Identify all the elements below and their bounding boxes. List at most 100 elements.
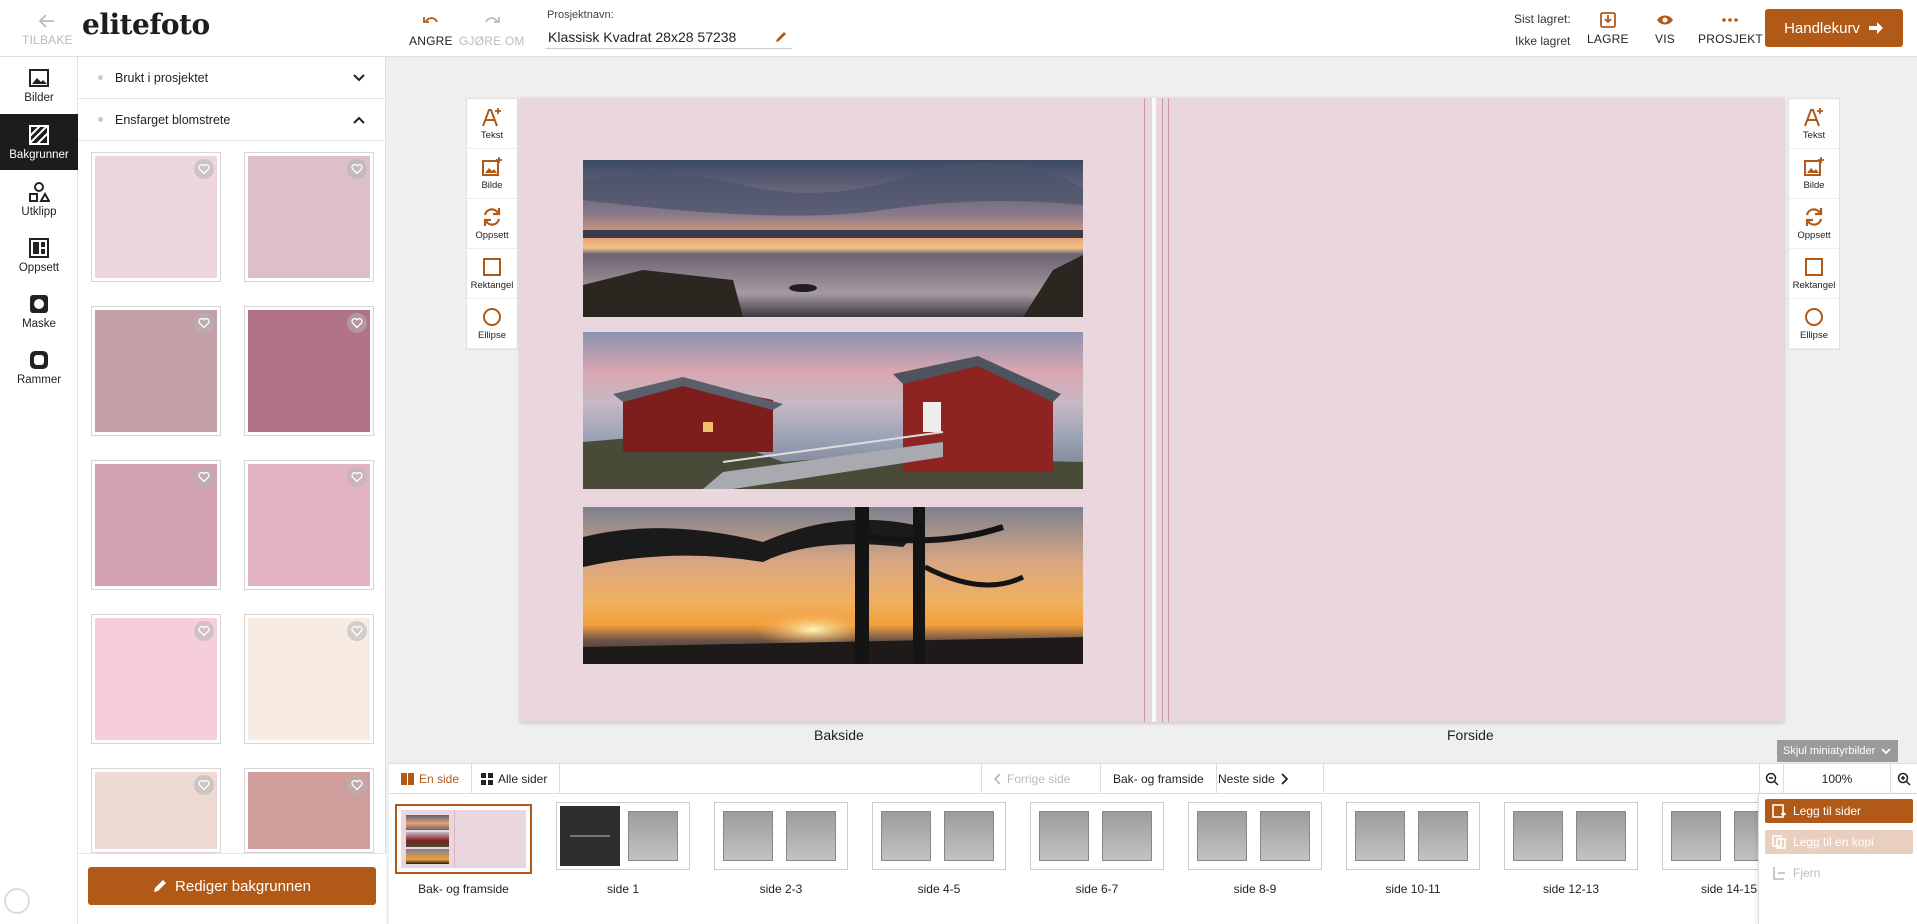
ellipse-tool[interactable]: Ellipse — [467, 299, 517, 349]
undo-button[interactable]: ANGRE — [409, 12, 453, 48]
thumb-photo — [406, 831, 450, 847]
thumbnail-label: side 1 — [606, 882, 640, 896]
heart-icon[interactable] — [347, 159, 367, 179]
save-button[interactable]: LAGRE — [1587, 10, 1629, 46]
page-navbar: En side Alle sider Forrige side Bak- og … — [389, 763, 1917, 794]
single-page-icon — [401, 772, 414, 785]
tools-right: Tekst Bilde Oppsett Rektangel Ellipse — [1788, 98, 1840, 350]
thumbnail-side-10-11[interactable] — [1346, 802, 1480, 870]
thumb-back-page — [401, 810, 455, 868]
remove-page-icon — [1773, 867, 1785, 880]
background-swatch[interactable] — [244, 768, 374, 853]
background-swatch[interactable] — [91, 152, 221, 282]
thumb-placeholder — [1355, 811, 1405, 861]
help-icon[interactable] — [4, 888, 30, 914]
rail-item-mask[interactable]: Maske — [0, 283, 78, 339]
add-text-tool[interactable]: Tekst — [1789, 99, 1839, 149]
rail-label: Bilder — [24, 91, 54, 104]
thumbnail-label: Bak- og framside — [418, 882, 509, 896]
add-image-tool[interactable]: Bilde — [1789, 149, 1839, 199]
background-swatch[interactable] — [244, 460, 374, 590]
tool-label: Oppsett — [1797, 230, 1831, 241]
rectangle-tool[interactable]: Rektangel — [1789, 249, 1839, 299]
thumb-photo — [406, 848, 450, 864]
section-used-in-project[interactable]: Brukt i prosjektet — [78, 57, 386, 99]
all-pages-view-button[interactable]: Alle sider — [469, 764, 561, 793]
heart-icon[interactable] — [194, 467, 214, 487]
rail-label: Utklipp — [21, 205, 57, 218]
photo-tree-sunset[interactable] — [583, 507, 1083, 664]
add-pages-button[interactable]: Legg til sider — [1765, 799, 1913, 823]
thumb-placeholder — [1260, 811, 1310, 861]
background-swatch[interactable] — [91, 614, 221, 744]
thumb-page — [1255, 806, 1315, 866]
background-swatch[interactable] — [91, 768, 221, 853]
hide-thumbnails-button[interactable]: Skjul miniatyrbilder — [1777, 740, 1898, 762]
project-name-field[interactable]: Klassisk Kvadrat 28x28 57238 — [545, 25, 792, 49]
heart-icon[interactable] — [194, 775, 214, 795]
heart-icon[interactable] — [347, 467, 367, 487]
thumbnail-side-1[interactable] — [556, 802, 690, 870]
background-swatch[interactable] — [91, 460, 221, 590]
heart-icon[interactable] — [194, 621, 214, 641]
heart-icon[interactable] — [347, 313, 367, 333]
add-image-tool[interactable]: Bilde — [467, 149, 517, 199]
tool-label: Ellipse — [1800, 330, 1828, 341]
rail-item-frames[interactable]: Rammer — [0, 339, 78, 395]
previous-page-button[interactable]: Forrige side — [981, 764, 1101, 793]
rail-item-backgrounds[interactable]: Bakgrunner — [0, 114, 86, 170]
heart-icon[interactable] — [347, 621, 367, 641]
ellipse-tool[interactable]: Ellipse — [1789, 299, 1839, 349]
rectangle-icon — [481, 256, 503, 280]
thumbnail-side-8-9[interactable] — [1188, 802, 1322, 870]
layout-tool[interactable]: Oppsett — [467, 199, 517, 249]
photo-sunset-lake[interactable] — [583, 160, 1083, 317]
section-solid-floral[interactable]: Ensfarget blomstrete — [78, 99, 386, 141]
arrow-left-icon — [39, 14, 55, 28]
add-text-tool[interactable]: Tekst — [467, 99, 517, 149]
one-page-view-button[interactable]: En side — [389, 764, 473, 793]
background-swatch[interactable] — [244, 614, 374, 744]
back-button[interactable]: TILBAKE — [22, 11, 73, 47]
heart-icon[interactable] — [194, 159, 214, 179]
zoom-in-button[interactable] — [1891, 764, 1917, 793]
heart-icon[interactable] — [347, 775, 367, 795]
next-page-button[interactable]: Neste side — [1206, 764, 1324, 793]
pencil-icon[interactable] — [774, 30, 788, 44]
frame-icon — [30, 350, 48, 369]
rail-item-layout[interactable]: Oppsett — [0, 227, 78, 283]
edit-background-button[interactable]: Rediger bakgrunnen — [88, 867, 376, 905]
project-name-value: Klassisk Kvadrat 28x28 57238 — [548, 28, 737, 45]
zoom-out-button[interactable] — [1759, 764, 1783, 793]
rail-item-clipart[interactable]: Utklipp — [0, 171, 78, 227]
thumb-placeholder — [1576, 811, 1626, 861]
background-swatch[interactable] — [91, 306, 221, 436]
thumb-page — [623, 806, 683, 866]
thumbnail-cover[interactable] — [395, 804, 532, 874]
add-text-icon — [1803, 106, 1825, 130]
redo-button[interactable]: GJØRE OM — [459, 12, 525, 48]
thumbnail-side-2-3[interactable] — [714, 802, 848, 870]
photo-red-cabins[interactable] — [583, 332, 1083, 489]
rail-item-images[interactable]: Bilder — [0, 57, 78, 113]
cart-label: Handlekurv — [1784, 19, 1860, 37]
layout-tool[interactable]: Oppsett — [1789, 199, 1839, 249]
add-image-icon — [1803, 156, 1825, 180]
view-button[interactable]: VIS — [1655, 10, 1675, 46]
add-copy-button[interactable]: Legg til en kopi — [1765, 830, 1913, 854]
cart-button[interactable]: Handlekurv — [1765, 9, 1903, 47]
heart-icon[interactable] — [194, 313, 214, 333]
spread-canvas[interactable] — [520, 98, 1784, 722]
thumbnail-side-12-13[interactable] — [1504, 802, 1638, 870]
thumbnail-side-6-7[interactable] — [1030, 802, 1164, 870]
thumbnail-label: side 6-7 — [1075, 882, 1119, 896]
background-swatch[interactable] — [244, 306, 374, 436]
rail-label: Rammer — [16, 373, 62, 386]
background-swatch[interactable] — [244, 152, 374, 282]
image-icon — [29, 68, 49, 87]
remove-button[interactable]: Fjern — [1765, 861, 1913, 885]
thumbnail-side-4-5[interactable] — [872, 802, 1006, 870]
undo-label: ANGRE — [409, 34, 453, 48]
rectangle-tool[interactable]: Rektangel — [467, 249, 517, 299]
project-menu-button[interactable]: PROSJEKT — [1698, 10, 1763, 46]
